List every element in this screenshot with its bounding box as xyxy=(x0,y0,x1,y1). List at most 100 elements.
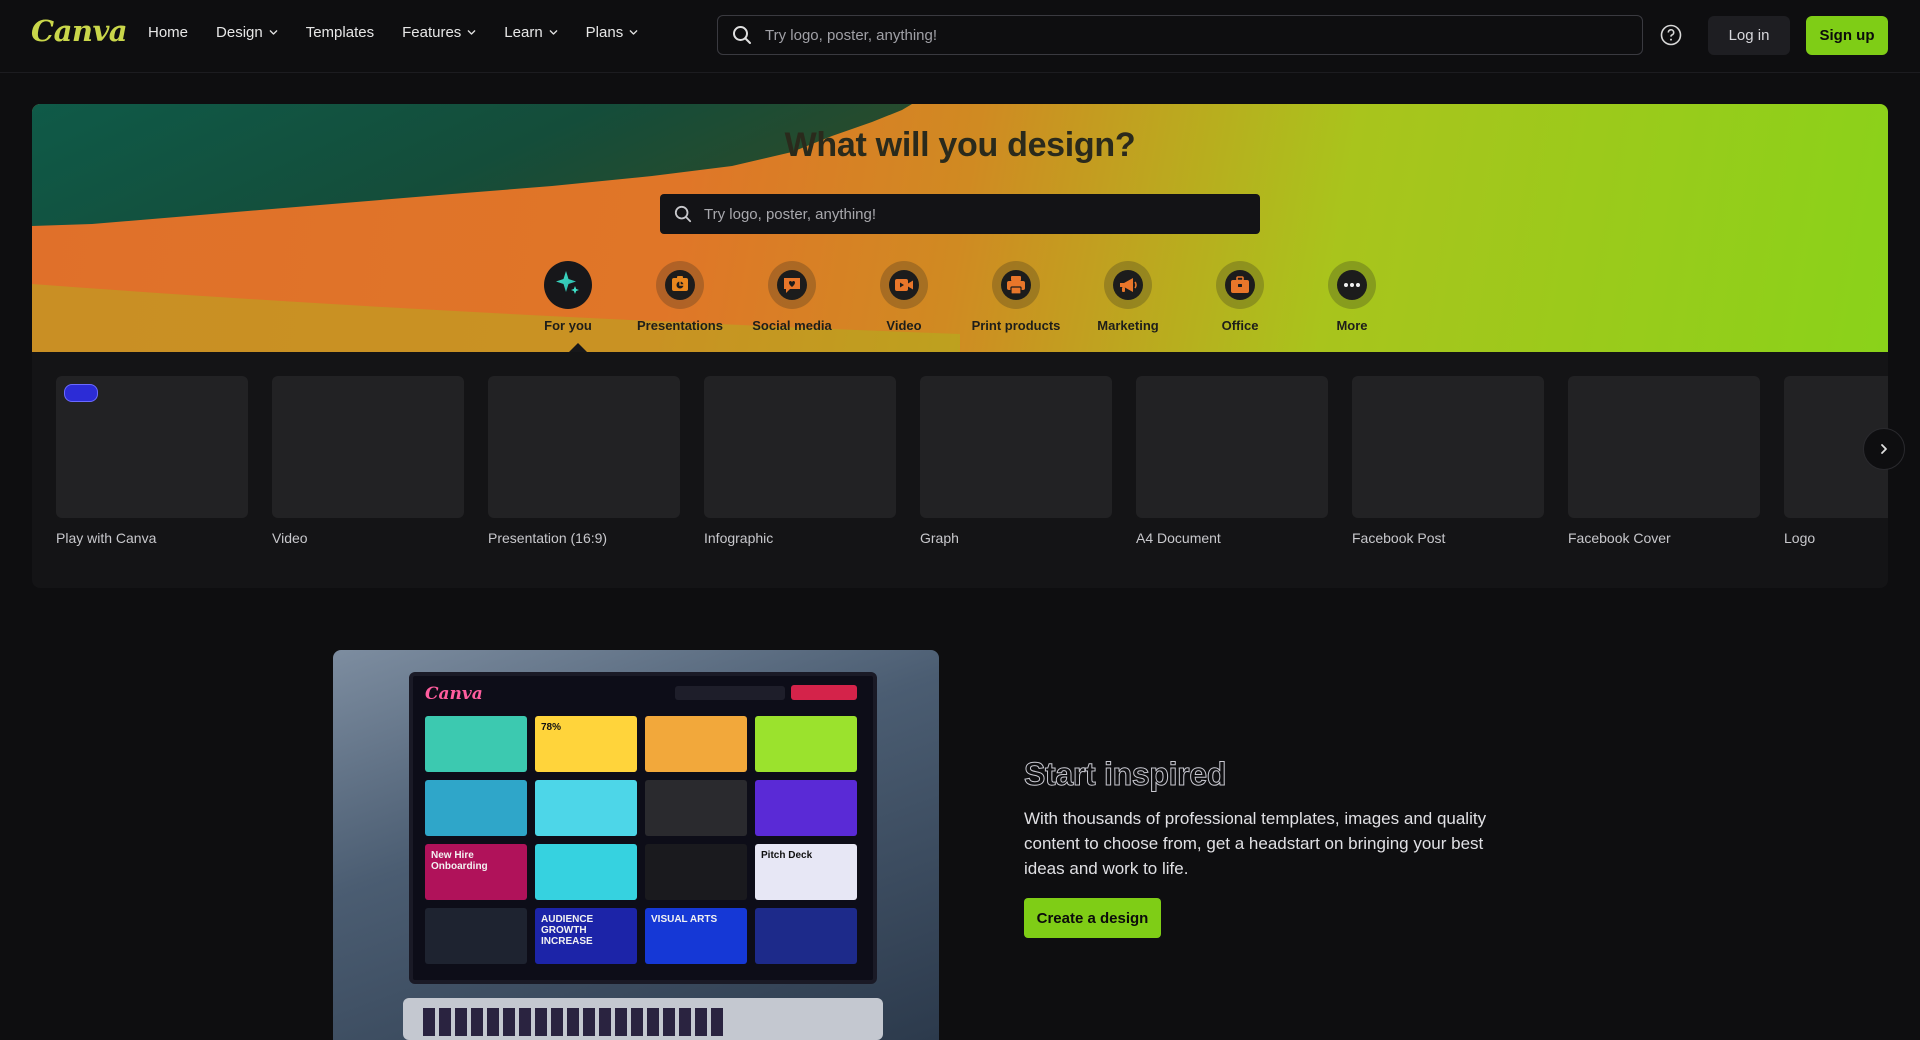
category-presentations[interactable]: Presentations xyxy=(625,261,735,333)
design-type-thumbnail xyxy=(704,376,896,518)
design-type-video[interactable]: Video xyxy=(272,376,464,546)
design-type-play-with-canva[interactable]: Play with Canva xyxy=(56,376,248,546)
category-video[interactable]: Video xyxy=(849,261,959,333)
category-icon-circle xyxy=(1216,261,1264,309)
category-marketing[interactable]: Marketing xyxy=(1073,261,1183,333)
more-dots-icon xyxy=(1337,270,1367,300)
category-label: More xyxy=(1336,318,1368,333)
design-type-label: A4 Document xyxy=(1136,530,1221,546)
search-icon xyxy=(674,205,692,223)
template-tile xyxy=(425,908,527,964)
create-design-button[interactable]: Create a design xyxy=(1024,898,1161,938)
screen-cta xyxy=(791,685,857,700)
category-social-media[interactable]: Social media xyxy=(737,261,847,333)
nav-item-features[interactable]: Features xyxy=(402,24,476,41)
category-label: Social media xyxy=(752,318,832,333)
template-tile: AUDIENCE GROWTH INCREASE xyxy=(535,908,637,964)
template-tile-text: VISUAL ARTS xyxy=(651,914,718,925)
design-type-label: Presentation (16:9) xyxy=(488,530,608,546)
hero-search-bar[interactable] xyxy=(660,194,1260,234)
design-type-a4-document[interactable]: A4 Document xyxy=(1136,376,1328,546)
template-tile xyxy=(755,908,857,964)
hero-banner: What will you design? For you Presentatio… xyxy=(32,104,1888,352)
template-tile xyxy=(425,780,527,836)
nav-item-templates[interactable]: Templates xyxy=(306,24,374,41)
active-category-pointer xyxy=(568,343,588,352)
hero-search-input[interactable] xyxy=(702,204,1246,224)
design-type-thumbnail xyxy=(1352,376,1544,518)
category-icon-circle xyxy=(768,261,816,309)
design-type-facebook-cover[interactable]: Facebook Cover xyxy=(1568,376,1760,546)
main-nav: Home Design Templates Features Learn Plans xyxy=(148,24,666,41)
design-type-thumbnail xyxy=(920,376,1112,518)
design-type-label: Graph xyxy=(920,530,959,546)
new-badge xyxy=(64,384,98,402)
design-type-thumbnail xyxy=(56,376,248,518)
category-more[interactable]: More xyxy=(1297,261,1407,333)
inspired-title: Start inspired xyxy=(1023,756,1227,793)
top-search-input[interactable] xyxy=(763,25,1607,45)
template-tile xyxy=(535,844,637,900)
signup-button[interactable]: Sign up xyxy=(1806,16,1888,55)
laptop-keyboard xyxy=(403,998,883,1040)
category-icon-circle xyxy=(544,261,592,309)
template-tile xyxy=(755,780,857,836)
top-search-bar[interactable] xyxy=(717,15,1643,55)
category-label: Marketing xyxy=(1097,318,1159,333)
chevron-down-icon xyxy=(549,30,557,35)
template-tile xyxy=(645,780,747,836)
chevron-down-icon xyxy=(629,30,638,35)
design-type-graph[interactable]: Graph xyxy=(920,376,1112,546)
template-tile xyxy=(425,716,527,772)
category-label: Presentations xyxy=(637,318,723,333)
carousel-next-button[interactable] xyxy=(1863,428,1905,470)
category-print-products[interactable]: Print products xyxy=(961,261,1071,333)
design-type-facebook-post[interactable]: Facebook Post xyxy=(1352,376,1544,546)
megaphone-icon xyxy=(1113,270,1143,300)
inspired-description: With thousands of professional templates… xyxy=(1024,809,1487,878)
nav-item-label: Templates xyxy=(305,24,375,41)
category-office[interactable]: Office xyxy=(1185,261,1295,333)
template-tile-text: Pitch Deck xyxy=(761,850,813,861)
login-button[interactable]: Log in xyxy=(1708,16,1790,55)
top-navbar: Canva Home Design Templates Features Learn Pl… xyxy=(0,0,1920,73)
template-tile: VISUAL ARTS xyxy=(645,908,747,964)
printer-icon xyxy=(1001,270,1031,300)
hero-title: What will you design? xyxy=(784,126,1136,164)
template-tile xyxy=(645,716,747,772)
nav-item-label: Design xyxy=(216,24,263,41)
category-for-you[interactable]: For you xyxy=(513,261,623,333)
laptop-illustration: Canva 78% New Hire Onboarding Pitch Deck AU… xyxy=(333,650,939,1040)
help-circle-icon[interactable] xyxy=(1660,24,1682,46)
video-icon xyxy=(889,270,919,300)
design-type-label: Play with Canva xyxy=(56,530,157,546)
nav-item-home[interactable]: Home xyxy=(148,24,188,41)
category-icon-circle xyxy=(880,261,928,309)
category-label: Office xyxy=(1221,318,1259,333)
design-type-infographic[interactable]: Infographic xyxy=(704,376,896,546)
sparkle-icon xyxy=(553,268,583,303)
nav-item-label: Plans xyxy=(585,24,624,41)
design-type-label: Infographic xyxy=(704,530,774,546)
canva-logo[interactable]: Canva xyxy=(31,14,128,48)
nav-item-label: Home xyxy=(148,24,189,41)
nav-item-plans[interactable]: Plans xyxy=(586,24,639,41)
category-icon-circle xyxy=(992,261,1040,309)
category-label: Video xyxy=(886,318,922,333)
template-tile xyxy=(755,716,857,772)
template-tile: New Hire Onboarding xyxy=(425,844,527,900)
chevron-right-icon xyxy=(1881,444,1887,454)
presentation-icon xyxy=(665,270,695,300)
search-icon xyxy=(733,26,751,44)
category-label: Print products xyxy=(971,318,1061,333)
chevron-down-icon xyxy=(467,30,476,35)
design-type-presentation-16-9[interactable]: Presentation (16:9) xyxy=(488,376,680,546)
nav-item-design[interactable]: Design xyxy=(216,24,278,41)
template-tile xyxy=(535,780,637,836)
category-icon-circle xyxy=(1328,261,1376,309)
design-type-label: Video xyxy=(272,530,308,546)
nav-item-learn[interactable]: Learn xyxy=(504,24,557,41)
screen-search-bar xyxy=(675,686,785,700)
template-tile-text: New Hire Onboarding xyxy=(431,850,488,872)
briefcase-icon xyxy=(1225,270,1255,300)
